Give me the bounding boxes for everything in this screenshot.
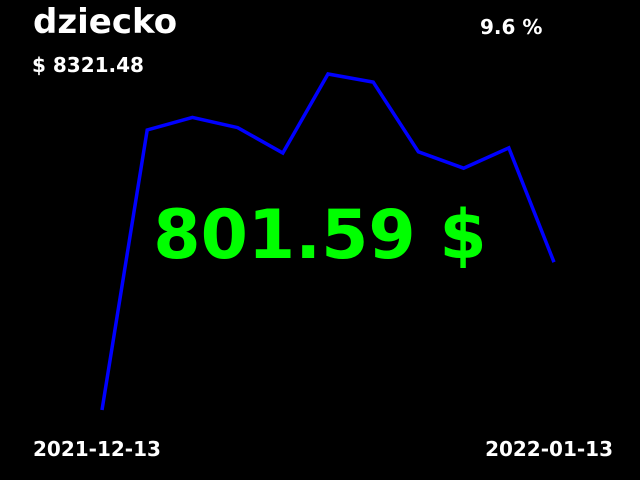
x-tick-label-start: 2021-12-13	[33, 437, 161, 461]
x-tick-label-end: 2022-01-13	[485, 437, 613, 461]
current-value: 801.59 $	[153, 196, 487, 275]
